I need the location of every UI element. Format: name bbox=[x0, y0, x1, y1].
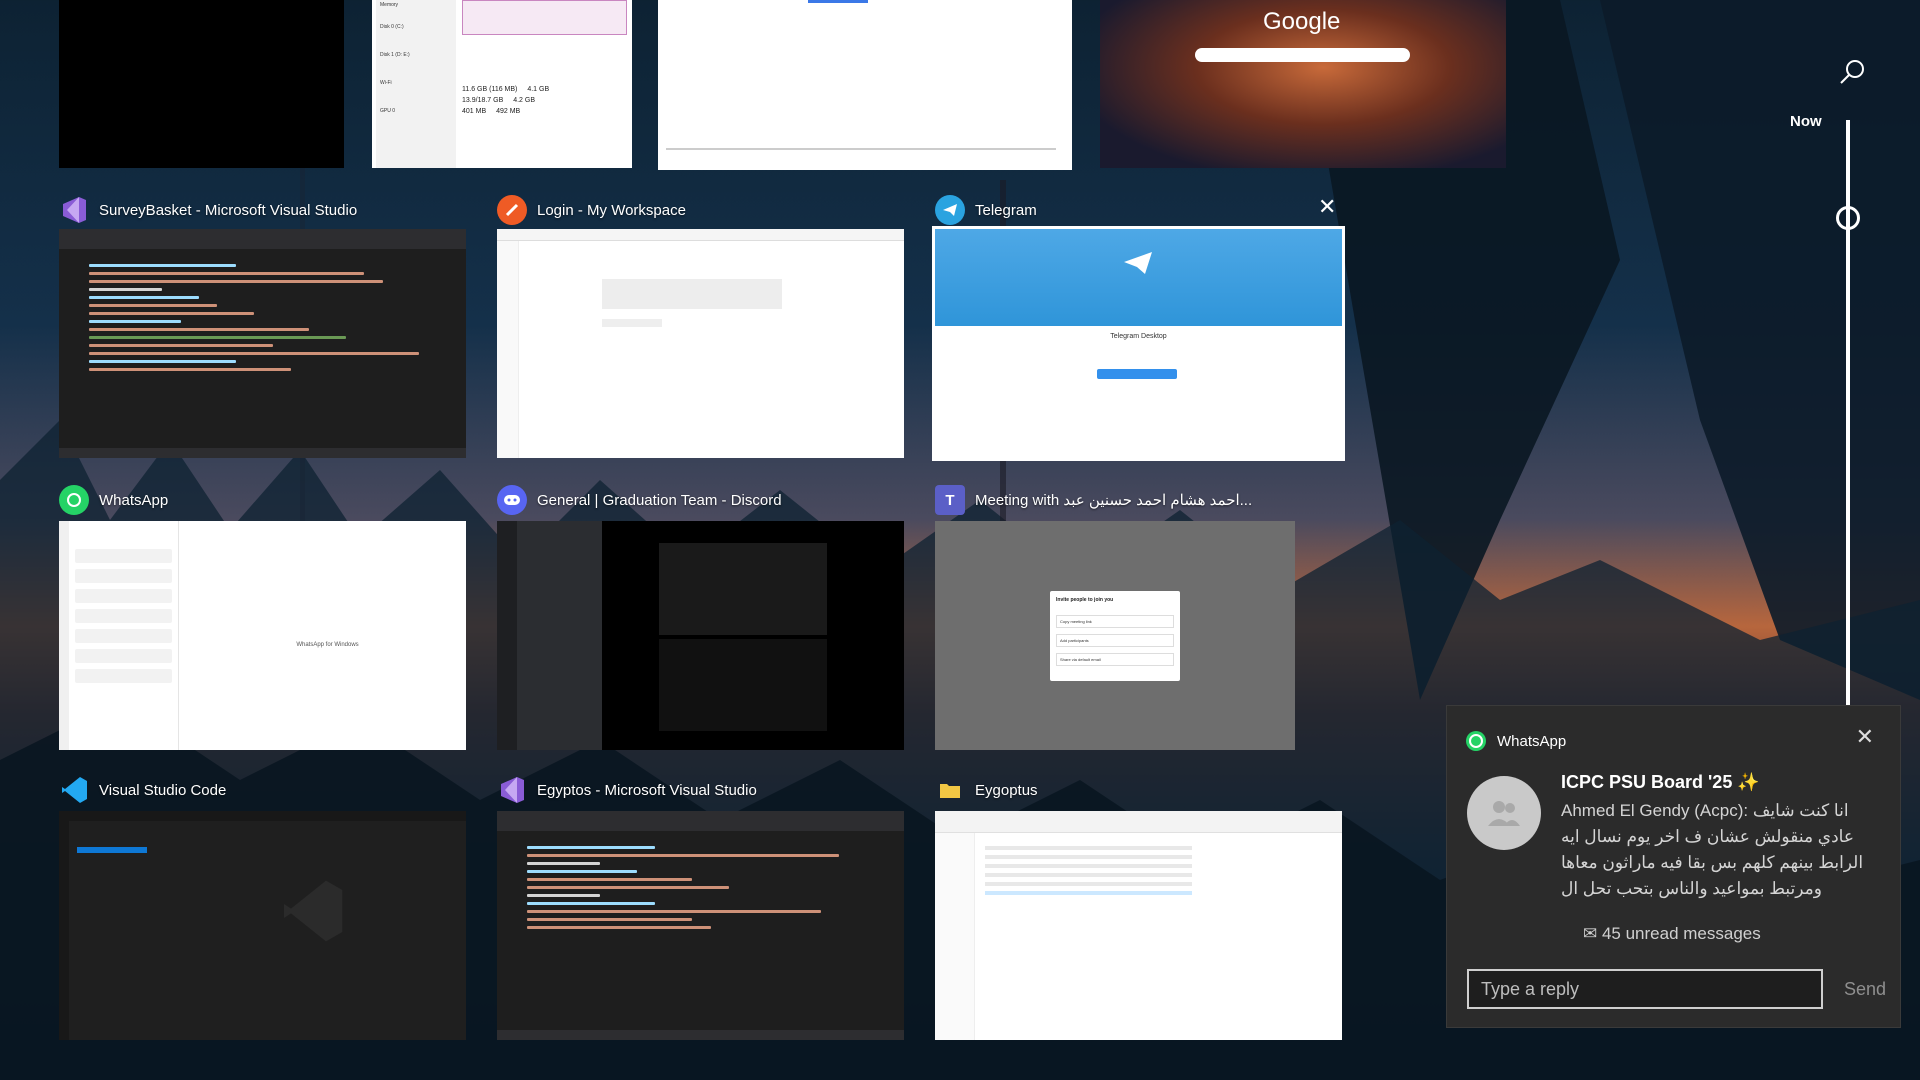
window-header-telegram[interactable]: Telegram bbox=[935, 195, 1037, 225]
teams-invite-title: Invite people to join you bbox=[1056, 597, 1114, 603]
telegram-thumbnail[interactable]: Telegram Desktop bbox=[932, 226, 1345, 461]
google-logo: Google bbox=[1263, 8, 1341, 35]
search-icon[interactable] bbox=[1838, 58, 1866, 86]
window-header-explorer[interactable]: Eygoptus bbox=[935, 775, 1038, 805]
telegram-icon bbox=[935, 195, 965, 225]
window-header-whatsapp[interactable]: WhatsApp bbox=[59, 485, 168, 515]
tm-label: Disk 0 (C:) bbox=[380, 24, 404, 30]
copy-meeting-link-button[interactable]: Copy meeting link bbox=[1056, 615, 1174, 628]
window-header-egyptos[interactable]: Egyptos - Microsoft Visual Studio bbox=[497, 775, 757, 805]
whatsapp-icon bbox=[59, 485, 89, 515]
browser-thumbnail[interactable]: Google bbox=[1100, 0, 1506, 168]
task-manager-thumbnail[interactable]: Memory Disk 0 (C:) Disk 1 (D: E:) Wi-Fi … bbox=[372, 0, 632, 168]
window-title: Egyptos - Microsoft Visual Studio bbox=[537, 781, 757, 799]
notification-app-header: WhatsApp bbox=[1465, 730, 1566, 752]
discord-thumbnail[interactable] bbox=[497, 521, 904, 750]
tm-stat: 13.9/18.7 GB bbox=[462, 97, 504, 104]
window-title: Eygoptus bbox=[975, 781, 1038, 799]
unread-messages-count: ✉ 45 unread messages bbox=[1583, 924, 1761, 943]
notification-app-name: WhatsApp bbox=[1497, 732, 1567, 750]
window-header-vscode[interactable]: Visual Studio Code bbox=[59, 775, 226, 805]
window-header-teams[interactable]: T Meeting with احمد هشام احمد حسنين عبد.… bbox=[935, 485, 1252, 515]
teams-thumbnail[interactable]: Invite people to join you Copy meeting l… bbox=[935, 521, 1295, 750]
notification-close-button[interactable]: ✕ bbox=[1856, 724, 1874, 750]
timeline-scrubber[interactable] bbox=[1836, 206, 1860, 230]
whatsapp-notification[interactable]: WhatsApp ✕ ICPC PSU Board '25 ✨ Ahmed El… bbox=[1446, 705, 1901, 1028]
tm-label: Disk 1 (D: E:) bbox=[380, 52, 410, 58]
window-header-discord[interactable]: General | Graduation Team - Discord bbox=[497, 485, 782, 515]
black-window-thumbnail[interactable] bbox=[59, 0, 344, 168]
teams-icon: T bbox=[935, 485, 965, 515]
window-header-surveybasket[interactable]: SurveyBasket - Microsoft Visual Studio bbox=[59, 195, 357, 225]
timeline-now-label: Now bbox=[1790, 113, 1822, 130]
window-title: SurveyBasket - Microsoft Visual Studio bbox=[99, 201, 358, 219]
add-participants-button[interactable]: Add participants bbox=[1056, 634, 1174, 647]
window-title: Visual Studio Code bbox=[99, 781, 227, 799]
send-button[interactable]: Send bbox=[1839, 969, 1891, 1009]
notification-body: Ahmed El Gendy (Acpc): انا كنت شايف عادي… bbox=[1561, 798, 1881, 902]
visual-studio-icon bbox=[59, 195, 89, 225]
tm-stat: 401 MB bbox=[462, 108, 487, 115]
vscode-icon bbox=[59, 775, 89, 805]
postman-icon bbox=[497, 195, 527, 225]
telegram-start-button[interactable] bbox=[1097, 369, 1177, 379]
folder-icon bbox=[935, 775, 965, 805]
surveybasket-thumbnail[interactable] bbox=[59, 229, 466, 458]
google-search-bar[interactable] bbox=[1195, 48, 1410, 62]
whatsapp-thumbnail[interactable]: WhatsApp for Windows bbox=[59, 521, 466, 750]
window-header-postman[interactable]: Login - My Workspace bbox=[497, 195, 686, 225]
discord-icon bbox=[497, 485, 527, 515]
tm-stat: 4.1 GB bbox=[527, 86, 550, 93]
explorer-thumbnail[interactable] bbox=[935, 811, 1342, 1040]
share-email-button[interactable]: Share via default email bbox=[1056, 653, 1174, 666]
whatsapp-thumb-title: WhatsApp for Windows bbox=[296, 642, 359, 648]
visual-studio-icon bbox=[497, 775, 527, 805]
postman-thumbnail[interactable] bbox=[497, 229, 904, 458]
vscode-thumbnail[interactable] bbox=[59, 811, 466, 1040]
telegram-thumb-title: Telegram Desktop bbox=[1110, 333, 1167, 340]
tm-stat: 11.6 GB (116 MB) bbox=[462, 86, 518, 93]
window-title: Telegram bbox=[975, 201, 1037, 219]
tm-label: Wi-Fi bbox=[380, 80, 392, 86]
whatsapp-icon bbox=[1466, 731, 1486, 751]
window-title: Login - My Workspace bbox=[537, 201, 686, 219]
white-window-thumbnail[interactable] bbox=[658, 0, 1072, 170]
tm-label: GPU 0 bbox=[380, 108, 396, 114]
tm-label: Memory bbox=[380, 2, 399, 8]
tm-stat: 4.2 GB bbox=[513, 97, 536, 104]
window-title: Meeting with احمد هشام احمد حسنين عبد... bbox=[975, 492, 1253, 509]
avatar bbox=[1467, 776, 1541, 850]
close-window-button[interactable]: ✕ bbox=[1318, 194, 1336, 220]
notification-sender: Ahmed El Gendy (Acpc): bbox=[1561, 801, 1749, 820]
window-title: General | Graduation Team - Discord bbox=[537, 491, 782, 509]
tm-stat: 492 MB bbox=[496, 108, 521, 115]
reply-input[interactable] bbox=[1467, 969, 1823, 1009]
window-title: WhatsApp bbox=[99, 491, 169, 509]
notification-title: ICPC PSU Board '25 ✨ bbox=[1561, 772, 1760, 792]
egyptos-thumbnail[interactable] bbox=[497, 811, 904, 1040]
